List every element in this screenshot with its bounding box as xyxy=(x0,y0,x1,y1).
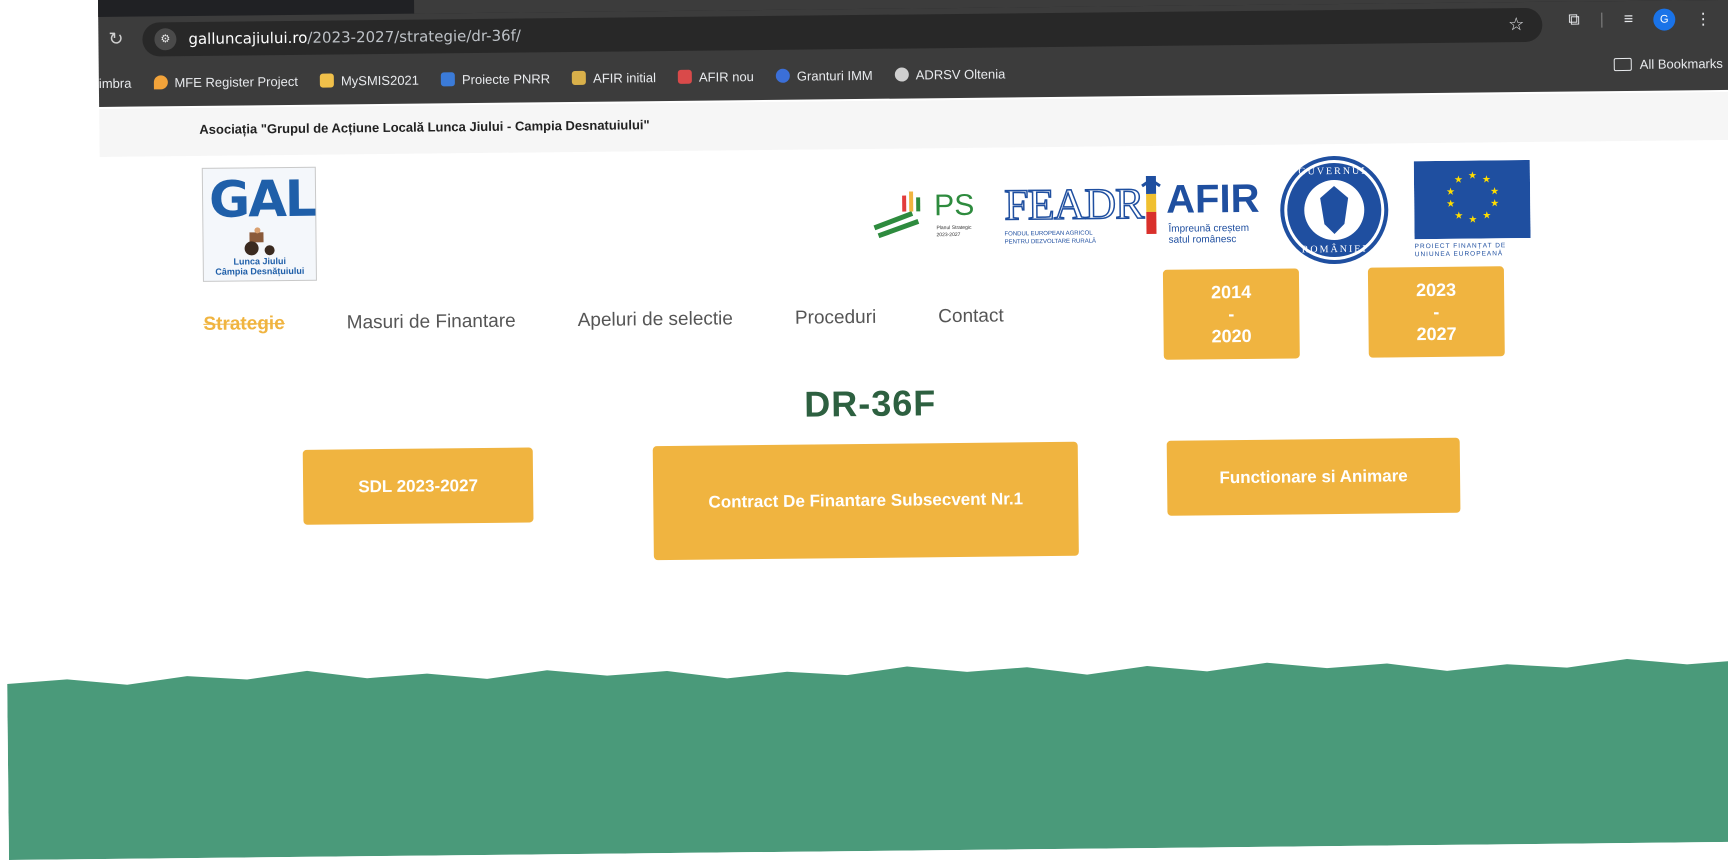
gov-bottom-text: ROMÂNIEI xyxy=(1301,243,1368,256)
url-text[interactable]: galluncajiului.ro/2023-2027/strategie/dr… xyxy=(188,27,521,48)
ps-stripes-icon xyxy=(873,191,921,239)
all-bookmarks-label: All Bookmarks xyxy=(1639,55,1723,72)
bookmark-star-icon[interactable]: ☆ xyxy=(1508,14,1524,35)
svg-text:★: ★ xyxy=(1454,211,1463,222)
svg-text:★: ★ xyxy=(1468,171,1477,182)
all-bookmarks[interactable]: All Bookmarks xyxy=(1613,55,1723,72)
svg-text:★: ★ xyxy=(1446,199,1455,210)
svg-text:★: ★ xyxy=(1482,174,1491,185)
pnrr-icon xyxy=(440,72,456,87)
afir-icon xyxy=(572,70,587,86)
nav-apeluri-de-selectie[interactable]: Apeluri de selectie xyxy=(578,308,733,332)
bookmark-label: AFIR nou xyxy=(698,68,754,85)
bookmark-item[interactable]: AFIR nou xyxy=(677,68,754,85)
reload-icon[interactable]: ↻ xyxy=(108,29,123,50)
bookmark-item[interactable]: MySMIS2021 xyxy=(319,72,420,88)
svg-text:★: ★ xyxy=(1446,187,1455,198)
bookmark-label: AFIR initial xyxy=(593,69,657,86)
bookmark-item[interactable]: ADRSV Oltenia xyxy=(894,65,1006,82)
svg-text:★: ★ xyxy=(1490,198,1499,209)
tractor-icon xyxy=(244,227,275,256)
footer-band xyxy=(7,658,1728,860)
ps-sub1: Planul Strategic xyxy=(936,224,972,232)
period-end: 2027 xyxy=(1416,323,1457,345)
location-pin-icon xyxy=(153,75,168,90)
mysmis-icon xyxy=(319,73,334,88)
feadr-text: FEADR xyxy=(1003,178,1144,230)
doc-label: Functionare si Animare xyxy=(1219,465,1408,487)
extensions-icon[interactable]: ⧉ xyxy=(1568,11,1580,29)
svg-text:★: ★ xyxy=(1468,215,1477,226)
bookmark-item[interactable]: MFE Register Project xyxy=(153,73,298,90)
period-end: 2020 xyxy=(1211,325,1252,347)
ps-text: PS xyxy=(934,188,975,223)
contract-finantare-button[interactable]: Contract De Finantare Subsecvent Nr.1 xyxy=(652,441,1079,561)
reading-list-icon[interactable]: ≡ xyxy=(1624,11,1634,29)
period-start: 2014 xyxy=(1210,281,1252,303)
bookmark-label: imbra xyxy=(98,75,132,91)
bookmark-item[interactable]: AFIR initial xyxy=(572,70,656,86)
bookmark-item[interactable]: imbra xyxy=(99,75,132,90)
bookmark-item[interactable]: Proiecte PNRR xyxy=(440,70,551,87)
afir-text: AFIR xyxy=(1165,176,1260,222)
afir-sub1: Împreună creștem xyxy=(1168,222,1250,235)
sdl-2023-2027-button[interactable]: SDL 2023-2027 xyxy=(302,447,534,525)
bookmark-label: MySMIS2021 xyxy=(340,72,420,88)
url-path: /2023-2027/strategie/dr-36f/ xyxy=(307,26,522,47)
url-host: galluncajiului.ro xyxy=(188,28,308,49)
period-2023-2027-button[interactable]: 2023 - 2027 xyxy=(1367,266,1505,358)
period-2014-2020-button[interactable]: 2014 - 2020 xyxy=(1162,268,1300,360)
eu-line1: PROIECT FINANȚAT DE xyxy=(1414,242,1507,251)
eu-line2: UNIUNEA EUROPEANĂ xyxy=(1414,250,1504,259)
bookmark-label: Granturi IMM xyxy=(796,67,873,84)
afir-logo: AFIR Împreună creștem satul românesc xyxy=(1140,175,1261,251)
menu-icon[interactable]: ⋮ xyxy=(1695,9,1711,29)
nav-contact[interactable]: Contact xyxy=(938,306,1004,329)
period-start: 2023 xyxy=(1415,279,1457,301)
logo-line2: Câmpia Desnățuiului xyxy=(215,265,305,277)
guvernul-romaniei-logo: GUVERNUL ROMÂNIEI xyxy=(1278,153,1391,266)
association-name: Asociația "Grupul de Acțiune Locală Lunc… xyxy=(199,117,650,137)
bookmark-item[interactable]: Granturi IMM xyxy=(775,67,873,84)
toolbar-actions: ⧉ | ≡ G ⋮ xyxy=(1568,8,1711,31)
gov-top-text: GUVERNUL xyxy=(1298,165,1370,178)
doc-label: Contract De Finantare Subsecvent Nr.1 xyxy=(708,489,1024,512)
afir-emblem-icon xyxy=(1141,175,1161,235)
profile-avatar[interactable]: G xyxy=(1653,8,1676,31)
separator: | xyxy=(1599,11,1604,29)
nav-strategie[interactable]: Strategie xyxy=(203,313,285,336)
gal-logo[interactable]: GAL Lunca Jiului Câmpia Desnățuiului xyxy=(201,166,317,282)
feadr-sub2: PENTRU DEZVOLTARE RURALĂ xyxy=(1004,238,1097,246)
main-nav: Strategie Masuri de Finantare Apeluri de… xyxy=(203,306,1004,336)
bookmark-label: ADRSV Oltenia xyxy=(915,65,1006,82)
logo-text: GAL xyxy=(208,169,316,229)
doc-label: SDL 2023-2027 xyxy=(358,475,479,496)
ps-sub2: 2023-2027 xyxy=(936,231,961,239)
afir-sub2: satul românesc xyxy=(1168,234,1237,246)
ps-logo: PS Planul Strategic 2023-2027 xyxy=(872,185,993,246)
feadr-sub1: FONDUL EUROPEAN AGRICOL xyxy=(1004,230,1093,238)
functionare-animare-button[interactable]: Functionare si Animare xyxy=(1166,437,1461,516)
period-dash: - xyxy=(1433,301,1440,323)
screenshot-scene: ↻ ⚙ galluncajiului.ro/2023-2027/strategi… xyxy=(0,0,1728,860)
afir-nou-icon xyxy=(677,69,693,84)
svg-text:★: ★ xyxy=(1490,186,1499,197)
bookmark-label: Proiecte PNRR xyxy=(461,70,551,87)
page-title: DR-36F xyxy=(804,382,937,425)
svg-text:★: ★ xyxy=(1454,175,1463,186)
nav-proceduri[interactable]: Proceduri xyxy=(795,307,877,330)
site-info-icon[interactable]: ⚙ xyxy=(154,28,177,51)
eu-logo: ★ ★ ★ ★ ★ ★ ★ ★ ★ ★ PROIECT FINANȚAT DE UNIUNE… xyxy=(1413,159,1531,259)
granturi-icon xyxy=(775,68,790,83)
svg-text:★: ★ xyxy=(1482,210,1491,221)
feadr-logo: FEADR FONDUL EUROPEAN AGRICOL PENTRU DEZ… xyxy=(1002,178,1144,249)
eu-flag-icon: ★ ★★ ★★★ ★★★ ★ xyxy=(1413,159,1531,240)
folder-icon xyxy=(1613,57,1632,72)
globe-icon xyxy=(894,67,909,82)
nav-masuri-de-finantare[interactable]: Masuri de Finantare xyxy=(347,311,516,335)
bookmark-label: MFE Register Project xyxy=(174,73,299,90)
period-dash: - xyxy=(1228,304,1235,325)
